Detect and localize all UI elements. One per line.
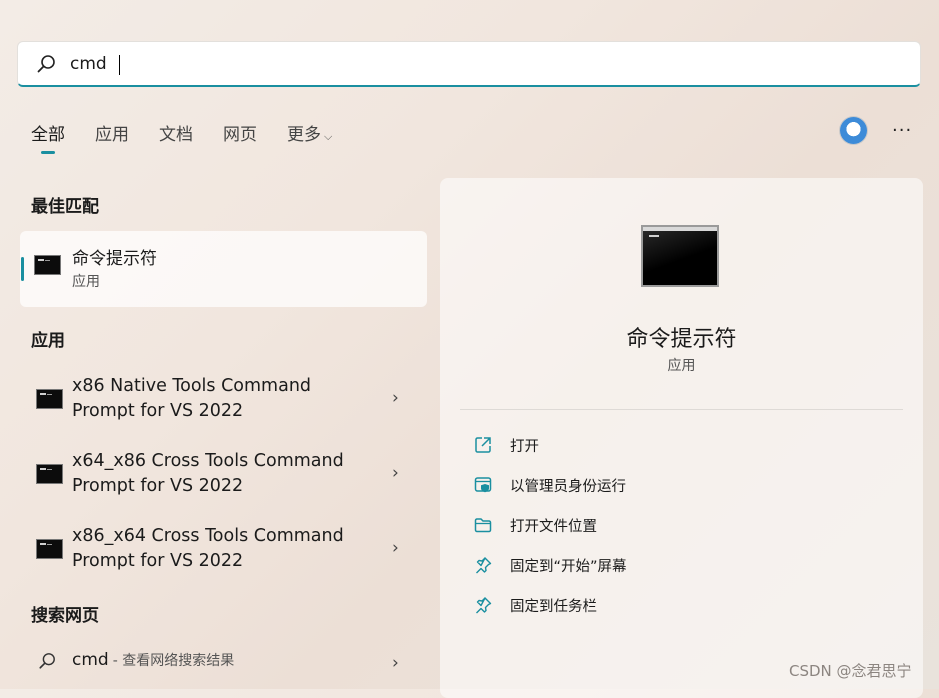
action-label: 以管理员身份运行 — [510, 478, 626, 495]
action-label: 打开 — [510, 438, 539, 455]
avatar[interactable] — [840, 117, 867, 144]
prompt-glyph — [649, 235, 659, 237]
watermark: CSDN @念君思宁 — [789, 662, 912, 680]
text-caret — [119, 55, 120, 75]
app-result-line1: x86_x64 Cross Tools Command — [72, 526, 344, 546]
app-result-label: x86 Native Tools Command Prompt for VS 2… — [72, 374, 372, 424]
action-label: 打开文件位置 — [510, 518, 597, 535]
best-match-subtitle: 应用 — [72, 274, 100, 290]
search-icon — [36, 54, 56, 74]
chevron-right-icon[interactable]: › — [392, 653, 399, 673]
web-search-text: cmd - 查看网络搜索结果 — [72, 650, 234, 670]
app-result-label: x64_x86 Cross Tools Command Prompt for V… — [72, 449, 372, 499]
web-query-suffix: - 查看网络搜索结果 — [112, 653, 235, 669]
app-result-label: x86_x64 Cross Tools Command Prompt for V… — [72, 524, 372, 574]
pin-icon — [472, 554, 494, 576]
best-match-item[interactable]: 命令提示符 应用 — [20, 231, 427, 307]
chevron-right-icon[interactable]: › — [392, 538, 399, 558]
detail-title: 命令提示符 — [626, 327, 737, 352]
command-prompt-large-icon — [641, 225, 719, 287]
best-match-title: 命令提示符 — [72, 249, 157, 269]
tab-more[interactable]: 更多 ⌵ — [287, 120, 332, 145]
folder-icon — [472, 514, 494, 536]
open-external-icon — [472, 434, 494, 456]
search-icon — [38, 652, 56, 674]
tab-web[interactable]: 网页 — [223, 120, 257, 145]
app-result-line2: Prompt for VS 2022 — [72, 551, 244, 571]
action-label: 固定到任务栏 — [510, 598, 597, 615]
action-label: 固定到“开始”屏幕 — [510, 558, 627, 575]
detail-subtitle: 应用 — [667, 358, 696, 374]
tab-apps[interactable]: 应用 — [95, 120, 129, 145]
section-best-match: 最佳匹配 — [31, 197, 99, 217]
tab-all[interactable]: 全部 — [31, 120, 65, 154]
command-prompt-icon — [34, 255, 61, 275]
app-result-item[interactable]: x86 Native Tools Command Prompt for VS 2… — [20, 368, 427, 430]
action-open[interactable]: 打开 — [472, 431, 539, 459]
action-pin-to-taskbar[interactable]: 固定到任务栏 — [472, 591, 597, 619]
selection-indicator — [21, 257, 24, 281]
tab-documents[interactable]: 文档 — [159, 120, 193, 145]
filter-tabs: 全部 应用 文档 网页 更多 ⌵ — [31, 120, 362, 154]
divider — [460, 409, 903, 410]
app-result-item[interactable]: x64_x86 Cross Tools Command Prompt for V… — [20, 443, 427, 505]
app-result-line1: x86 Native Tools Command — [72, 376, 312, 396]
search-input[interactable] — [68, 52, 872, 75]
command-prompt-icon — [36, 389, 63, 409]
action-pin-to-start[interactable]: 固定到“开始”屏幕 — [472, 551, 627, 579]
more-options-icon[interactable]: ··· — [892, 120, 912, 141]
action-open-file-location[interactable]: 打开文件位置 — [472, 511, 597, 539]
section-web-search: 搜索网页 — [31, 606, 99, 626]
window-titlebar — [643, 227, 717, 231]
command-prompt-icon — [36, 464, 63, 484]
detail-panel: 命令提示符 应用 打开 以管理员身份运行 打开文件位置 固定到“开始”屏幕 固定… — [440, 178, 923, 698]
app-result-line2: Prompt for VS 2022 — [72, 401, 244, 421]
tab-more-label: 更多 — [287, 125, 321, 145]
section-apps: 应用 — [31, 331, 65, 351]
shield-admin-icon — [472, 474, 494, 496]
app-result-line1: x64_x86 Cross Tools Command — [72, 451, 344, 471]
chevron-right-icon[interactable]: › — [392, 388, 399, 408]
web-search-item[interactable]: cmd - 查看网络搜索结果 › — [20, 645, 427, 679]
search-box[interactable] — [17, 41, 921, 87]
pin-icon — [472, 594, 494, 616]
app-result-line2: Prompt for VS 2022 — [72, 476, 244, 496]
chevron-right-icon[interactable]: › — [392, 463, 399, 483]
app-result-item[interactable]: x86_x64 Cross Tools Command Prompt for V… — [20, 518, 427, 580]
action-run-as-admin[interactable]: 以管理员身份运行 — [472, 471, 626, 499]
web-query: cmd — [72, 650, 109, 670]
command-prompt-icon — [36, 539, 63, 559]
chevron-down-icon: ⌵ — [324, 130, 333, 143]
